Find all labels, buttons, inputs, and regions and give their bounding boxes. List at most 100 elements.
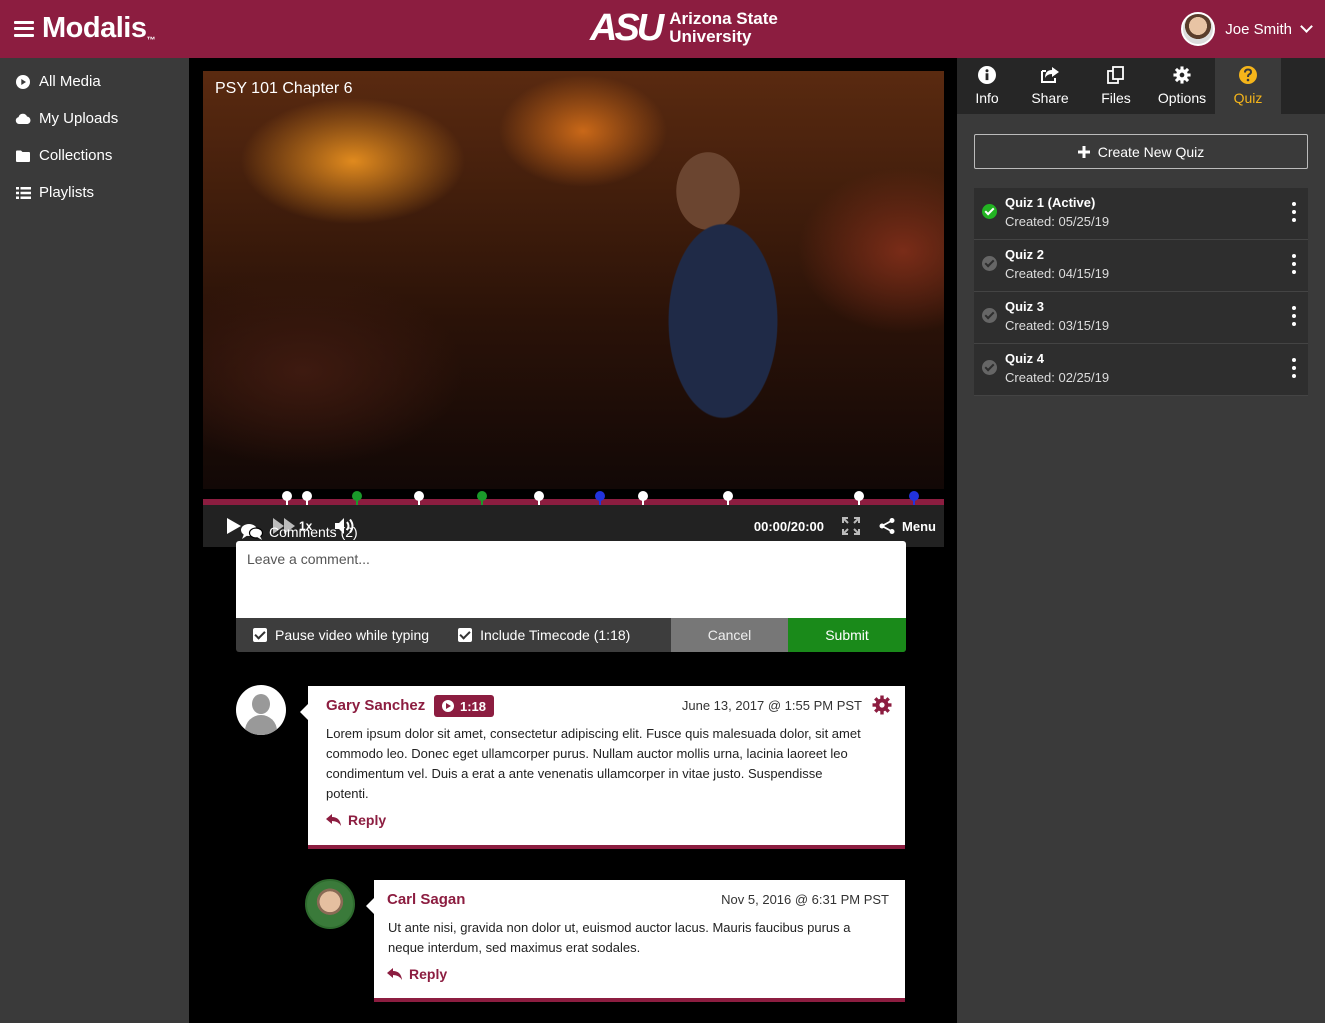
- files-icon: [1107, 66, 1125, 87]
- asu-wordmark: Arizona State University: [669, 10, 778, 46]
- timeline-marker[interactable]: [414, 491, 425, 505]
- timeline-marker[interactable]: [595, 491, 606, 505]
- pause-video-label: Pause video while typing: [275, 627, 430, 643]
- reply-button[interactable]: Reply: [387, 966, 447, 982]
- tab-options[interactable]: Options: [1149, 58, 1215, 114]
- user-name[interactable]: Joe Smith: [1225, 21, 1292, 38]
- timeline-marker[interactable]: [534, 491, 545, 505]
- player-menu-button[interactable]: Menu: [878, 517, 936, 535]
- tab-label: Share: [1031, 90, 1069, 106]
- play-circle-icon: [442, 700, 454, 712]
- pause-video-checkbox[interactable]: Pause video while typing: [253, 627, 429, 643]
- submit-button[interactable]: Submit: [788, 618, 906, 652]
- timeline-marker[interactable]: [301, 491, 312, 505]
- fullscreen-icon[interactable]: [842, 517, 860, 535]
- brand-trademark: ™: [146, 35, 155, 45]
- timeline-marker[interactable]: [281, 491, 292, 505]
- quiz-created-date: Created: 03/15/19: [1005, 318, 1110, 333]
- play-icon[interactable]: [227, 518, 241, 534]
- timeline-marker[interactable]: [853, 491, 864, 505]
- reply-label: Reply: [409, 966, 448, 982]
- more-options-icon[interactable]: [1292, 202, 1296, 222]
- comment-timecode-button[interactable]: 1:18: [434, 695, 495, 717]
- more-options-icon[interactable]: [1292, 358, 1296, 378]
- checkbox-checked-icon[interactable]: [458, 628, 473, 642]
- comment-body-line: Lorem ipsum dolor sit amet, consectetur …: [326, 726, 861, 741]
- comment-body: Lorem ipsum dolor sit amet, consectetur …: [326, 724, 896, 804]
- play-circle-icon: [15, 74, 31, 90]
- comment-card: Carl Sagan Nov 5, 2016 @ 6:31 PM PST Ut …: [366, 880, 905, 1002]
- asu-mark: ASU: [590, 7, 664, 49]
- sidebar-item-all-media[interactable]: All Media: [0, 63, 189, 100]
- comment-body-line: Ut ante nisi, gravida non dolor ut, euis…: [388, 920, 851, 935]
- tab-label: Info: [975, 90, 999, 106]
- share-nodes-icon: [879, 518, 895, 534]
- include-timecode-label: Include Timecode (1:18): [480, 627, 631, 643]
- tab-label: Files: [1101, 90, 1131, 106]
- brand-name: Modalis™: [42, 12, 155, 45]
- timeline-marker[interactable]: [352, 491, 363, 505]
- main-content: PSY 101 Chapter 6 1x 00:00/20:00 Menu Co…: [189, 58, 957, 1023]
- comment-body-line: condimentum vel. Duis a erat a ante vene…: [326, 766, 823, 781]
- avatar: [236, 685, 286, 735]
- quiz-created-date: Created: 05/25/19: [1005, 214, 1110, 229]
- tab-label: Options: [1157, 90, 1207, 106]
- brand[interactable]: Modalis™: [14, 12, 155, 45]
- include-timecode-checkbox[interactable]: Include Timecode (1:18): [458, 627, 630, 643]
- quiz-list: Quiz 1 (Active) Created: 05/25/19 Quiz 2…: [974, 188, 1308, 396]
- asu-wordmark-line1: Arizona State: [669, 9, 778, 28]
- quiz-created-date: Created: 04/15/19: [1005, 266, 1110, 281]
- more-options-icon[interactable]: [1292, 306, 1296, 326]
- create-new-quiz-label: Create New Quiz: [1097, 143, 1205, 160]
- quiz-item[interactable]: Quiz 2 Created: 04/15/19: [974, 240, 1308, 292]
- timeline-marker[interactable]: [476, 491, 487, 505]
- timeline-marker[interactable]: [722, 491, 733, 505]
- reply-icon: [326, 813, 341, 826]
- comments-icon: [241, 524, 263, 540]
- gear-icon[interactable]: [872, 695, 892, 720]
- asu-wordmark-line2: University: [669, 27, 752, 46]
- checkbox-checked-icon[interactable]: [253, 628, 267, 642]
- comment-author[interactable]: Carl Sagan: [387, 891, 465, 908]
- video-title: PSY 101 Chapter 6: [215, 80, 353, 97]
- tab-info[interactable]: Info: [957, 58, 1017, 114]
- comment-input[interactable]: [236, 541, 906, 618]
- timeline-marker[interactable]: [909, 491, 920, 505]
- sidebar-item-my-uploads[interactable]: My Uploads: [0, 100, 189, 137]
- more-options-icon[interactable]: [1292, 254, 1296, 274]
- comments-heading: Comments (2): [241, 523, 358, 541]
- quiz-item[interactable]: Quiz 3 Created: 03/15/19: [974, 292, 1308, 344]
- tab-files[interactable]: Files: [1083, 58, 1149, 114]
- comment-body-line: commodo leo. Donec eget ullamcorper puru…: [326, 746, 848, 761]
- comment-date: Nov 5, 2016 @ 6:31 PM PST: [721, 892, 889, 907]
- create-new-quiz-button[interactable]: Create New Quiz: [974, 134, 1308, 169]
- asu-logo: ASU Arizona State University: [590, 9, 778, 47]
- cancel-button[interactable]: Cancel: [671, 618, 788, 652]
- sidebar-item-collections[interactable]: Collections: [0, 137, 189, 174]
- tab-share[interactable]: Share: [1017, 58, 1083, 114]
- quiz-item[interactable]: Quiz 1 (Active) Created: 05/25/19: [974, 188, 1308, 240]
- comment-date: June 13, 2017 @ 1:55 PM PST: [681, 698, 862, 713]
- sidebar-item-label: All Media: [39, 73, 101, 90]
- check-circle-icon[interactable]: [982, 256, 997, 271]
- quiz-name: Quiz 1 (Active): [1005, 195, 1096, 210]
- chevron-down-icon[interactable]: [1300, 20, 1313, 33]
- comment-author[interactable]: Gary Sanchez: [326, 697, 425, 714]
- check-circle-icon[interactable]: [982, 360, 997, 375]
- tab-quiz[interactable]: Quiz: [1215, 58, 1281, 114]
- user-avatar[interactable]: [1181, 12, 1216, 46]
- reply-button[interactable]: Reply: [326, 812, 386, 828]
- user-menu[interactable]: Joe Smith: [1181, 12, 1313, 46]
- panel-tabs: Info Share Files Options Quiz: [957, 58, 1325, 114]
- quiz-item[interactable]: Quiz 4 Created: 02/25/19: [974, 344, 1308, 396]
- timeline-marker[interactable]: [638, 491, 649, 505]
- info-icon: [978, 66, 996, 87]
- hamburger-menu-icon[interactable]: [14, 20, 34, 37]
- cloud-icon: [15, 111, 31, 127]
- quiz-name: Quiz 3: [1005, 299, 1045, 314]
- video-player[interactable]: PSY 101 Chapter 6: [203, 71, 944, 489]
- sidebar-item-playlists[interactable]: Playlists: [0, 174, 189, 211]
- check-circle-icon[interactable]: [982, 204, 997, 219]
- check-circle-icon[interactable]: [982, 308, 997, 323]
- comment-options-bar: Pause video while typing Include Timecod…: [236, 618, 906, 652]
